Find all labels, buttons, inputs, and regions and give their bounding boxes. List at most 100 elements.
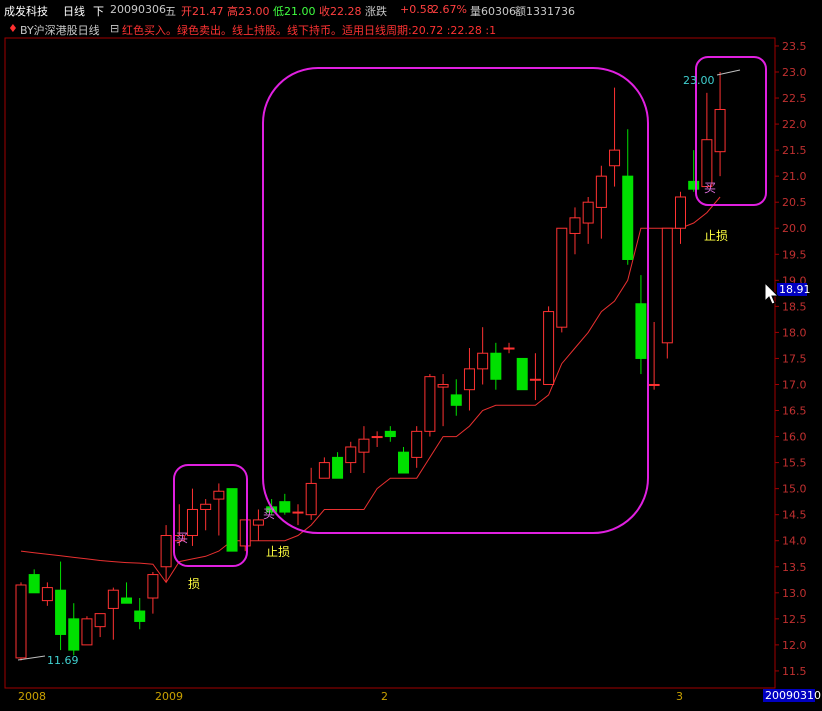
- current-date-label: 20090310: [765, 689, 821, 702]
- candle: [595, 165, 607, 239]
- candle-body: [213, 490, 225, 500]
- candle: [635, 275, 647, 375]
- candle-body: [239, 519, 251, 547]
- candle-body: [292, 511, 304, 514]
- candle-body: [252, 519, 264, 526]
- candle: [490, 342, 502, 390]
- candle-body: [134, 610, 146, 622]
- y-tick-label: 16.0: [782, 431, 807, 444]
- x-tick-label: 3: [676, 690, 683, 703]
- candle-body: [41, 587, 53, 602]
- candle: [107, 587, 119, 640]
- candle-body: [635, 303, 647, 359]
- y-tick-label: 14.5: [782, 509, 807, 522]
- y-tick-label: 12.5: [782, 613, 807, 626]
- y-tick-label: 20.5: [782, 196, 807, 209]
- candle: [701, 92, 713, 188]
- y-tick-label: 18.5: [782, 300, 807, 313]
- candle-body: [582, 201, 594, 224]
- candle-body: [55, 589, 67, 635]
- candle: [81, 616, 93, 646]
- candle: [134, 598, 146, 630]
- candle-body: [714, 108, 726, 153]
- candle-body: [279, 501, 291, 513]
- candle-body: [437, 383, 449, 388]
- candle-body: [490, 352, 502, 380]
- candle-body: [186, 508, 198, 537]
- candle: [345, 441, 357, 474]
- candle: [398, 446, 410, 474]
- candle: [556, 227, 568, 333]
- candle: [28, 569, 40, 594]
- candle-body: [503, 347, 515, 350]
- candle-body: [675, 196, 686, 229]
- y-tick-label: 18.0: [782, 326, 807, 339]
- y-tick-label: 20.0: [782, 222, 807, 235]
- candle-body: [595, 175, 607, 208]
- y-tick-label: 13.0: [782, 587, 807, 600]
- candle: [279, 493, 291, 515]
- candle: [371, 431, 383, 447]
- max-price-label: 23.00: [683, 74, 715, 87]
- candle-body: [121, 597, 133, 604]
- candle: [675, 191, 686, 244]
- candle: [186, 488, 198, 546]
- min-price-label: 11.69: [47, 654, 79, 667]
- candle-body: [622, 175, 634, 260]
- candle: [55, 561, 67, 651]
- candle: [622, 129, 634, 265]
- candle-body: [94, 613, 106, 628]
- candle: [318, 457, 330, 479]
- stop-line: [20, 196, 721, 584]
- buy-signal-label: 买: [704, 181, 716, 195]
- candle-body: [15, 584, 27, 659]
- y-tick-label: 13.5: [782, 561, 807, 574]
- y-tick-label: 12.0: [782, 639, 807, 652]
- buy-signal-label: 买: [263, 507, 275, 521]
- candle: [384, 426, 396, 442]
- candle-body: [345, 446, 357, 464]
- x-tick-label: 2: [381, 690, 388, 703]
- y-tick-label: 21.5: [782, 144, 807, 157]
- candle-body: [648, 383, 660, 386]
- candle: [226, 488, 238, 552]
- y-tick-label: 17.5: [782, 352, 807, 365]
- stop-loss-label: 止损: [704, 229, 728, 243]
- candle-body: [107, 589, 119, 609]
- candle: [305, 467, 317, 520]
- candle-body: [371, 436, 383, 439]
- candle-body: [28, 574, 40, 594]
- candle: [529, 353, 541, 401]
- candle: [648, 321, 660, 390]
- candle: [463, 348, 475, 411]
- candle-body: [609, 149, 621, 167]
- y-tick-label: 16.5: [782, 405, 807, 418]
- cursor-price-label: 18.91: [779, 283, 811, 296]
- candle: [15, 582, 27, 661]
- candle: [358, 426, 370, 474]
- y-tick-label: 14.0: [782, 535, 807, 548]
- y-tick-label: 15.0: [782, 483, 807, 496]
- y-tick-label: 11.5: [782, 665, 807, 678]
- candle: [688, 150, 700, 192]
- stop-loss-label: 止损: [266, 545, 290, 559]
- candles: [15, 72, 726, 661]
- signal-boxes: [173, 56, 767, 567]
- y-tick-label: 21.0: [782, 170, 807, 183]
- candle: [121, 582, 133, 604]
- candle-body: [226, 488, 238, 552]
- x-tick-label: 2009: [155, 690, 183, 703]
- candle-body: [688, 180, 700, 190]
- candle: [147, 571, 159, 614]
- candle: [714, 72, 726, 177]
- candlestick-chart[interactable]: 11.5 12.0 12.5 13.0 13.5 14.0 14.5 15.0 15.5 16.0…: [0, 0, 822, 711]
- candle-body: [318, 462, 330, 479]
- candle: [332, 452, 344, 479]
- candle-body: [398, 451, 410, 474]
- candle: [213, 483, 225, 536]
- candle: [661, 227, 673, 359]
- mouse-pointer-icon: [764, 281, 780, 305]
- candle: [411, 426, 423, 468]
- candle: [41, 582, 53, 606]
- candle: [543, 306, 555, 385]
